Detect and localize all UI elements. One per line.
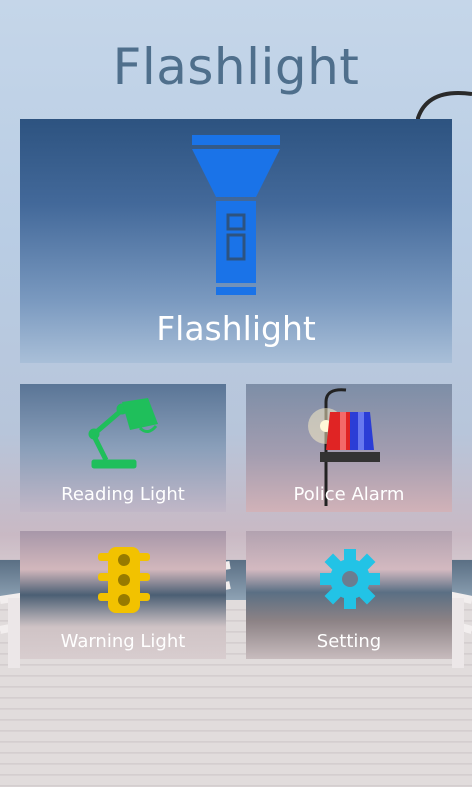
warning-light-tile[interactable]: Warning Light <box>20 531 226 659</box>
warning-light-label: Warning Light <box>60 631 186 652</box>
flashlight-tile[interactable]: Flashlight <box>20 119 452 363</box>
setting-tile[interactable]: Setting <box>246 531 452 659</box>
police-alarm-tile[interactable]: Police Alarm <box>246 384 452 512</box>
traffic-light-icon <box>98 547 150 613</box>
desk-lamp-icon <box>88 398 158 469</box>
flashlight-label: Flashlight <box>156 309 316 348</box>
police-alarm-label: Police Alarm <box>293 484 405 505</box>
reading-light-tile[interactable]: Reading Light <box>20 384 226 512</box>
gear-icon <box>320 549 380 609</box>
setting-label: Setting <box>316 631 382 652</box>
reading-light-label: Reading Light <box>61 484 185 505</box>
siren-icon <box>320 412 380 462</box>
flashlight-icon <box>192 135 280 295</box>
